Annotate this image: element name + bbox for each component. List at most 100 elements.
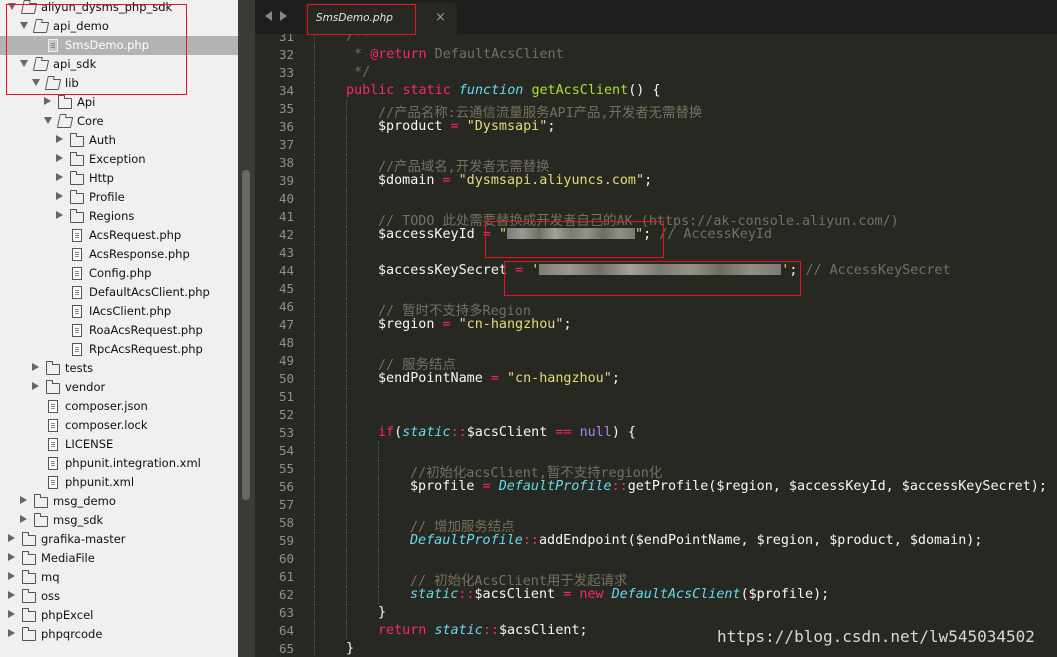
tree-folder[interactable]: phpqrcode [0,625,238,644]
indent-guide [346,262,347,280]
code-token: = [442,317,451,332]
disclosure-right-icon[interactable] [56,154,63,162]
disclosure-right-icon[interactable] [32,363,39,371]
code-token: ; [789,263,806,278]
disclosure-down-icon[interactable] [32,79,40,86]
line-number: 62 [278,587,294,602]
indent-guide [346,478,347,496]
tree-folder[interactable]: Core [0,112,238,131]
indent-guide [314,154,315,172]
tree-folder[interactable]: msg_demo [0,492,238,511]
disclosure-right-icon[interactable] [44,97,51,105]
tree-file[interactable]: IAcsClient.php [0,302,238,321]
disclosure-right-icon[interactable] [56,173,63,181]
sidebar-scroll-thumb[interactable] [242,170,250,500]
code-token: :: [522,533,539,548]
indent-guide [346,568,347,586]
tree-folder[interactable]: tests [0,359,238,378]
code-line: 40 [255,190,1057,208]
code-token: $endPointName [378,371,491,386]
disclosure-right-icon[interactable] [56,192,63,200]
close-icon[interactable]: × [435,10,446,25]
code-token: $domain [378,173,443,188]
disclosure-right-icon[interactable] [8,572,15,580]
disclosure-right-icon[interactable] [32,382,39,390]
indent-guide [346,352,347,370]
code-text: } [378,605,386,620]
indent-guide [314,352,315,370]
tree-file[interactable]: AcsRequest.php [0,226,238,245]
indent-guide [346,316,347,334]
code-token: "cn-hangzhou" [507,371,612,386]
folder-open-icon [20,3,38,14]
disclosure-down-icon[interactable] [44,117,52,124]
tree-file[interactable]: composer.json [0,397,238,416]
arrow-right-icon[interactable] [280,11,287,21]
disclosure-right-icon[interactable] [8,610,15,618]
tree-item-label: msg_sdk [53,513,104,527]
line-number: 56 [278,479,294,494]
disclosure-right-icon[interactable] [8,629,15,637]
disclosure-right-icon[interactable] [20,496,27,504]
indent-guide [346,154,347,172]
tree-file[interactable]: LICENSE [0,435,238,454]
indent-guide [346,370,347,388]
tree-file[interactable]: phpunit.integration.xml [0,454,238,473]
arrow-left-icon[interactable] [265,11,272,21]
tree-folder[interactable]: Regions [0,207,238,226]
tree-file[interactable]: RpcAcsRequest.php [0,340,238,359]
tree-folder[interactable]: msg_sdk [0,511,238,530]
tree-folder[interactable]: lib [0,74,238,93]
folder-open-icon [56,117,74,128]
disclosure-right-icon[interactable] [56,135,63,143]
code-line: 48 [255,334,1057,352]
tree-folder[interactable]: aliyun_dysms_php_sdk [0,0,238,17]
folder-icon [70,152,84,166]
tree-file[interactable]: phpunit.xml [0,473,238,492]
disclosure-right-icon[interactable] [8,553,15,561]
disclosure-down-icon[interactable] [20,60,28,67]
tree-folder[interactable]: api_sdk [0,55,238,74]
file-icon [72,324,82,337]
tree-file[interactable]: Config.php [0,264,238,283]
tree-folder[interactable]: Api [0,93,238,112]
tree-folder[interactable]: Exception [0,150,238,169]
disclosure-right-icon[interactable] [8,591,15,599]
tree-file[interactable]: SmsDemo.php [0,36,238,55]
code-editor[interactable]: 31/** 32 * @return DefaultAcsClient 33 */3… [255,34,1057,657]
tree-folder[interactable]: oss [0,587,238,606]
indent-guide [346,100,347,118]
tree-folder[interactable]: MediaFile [0,549,238,568]
tree-file[interactable]: DefaultAcsClient.php [0,283,238,302]
tree-folder[interactable]: Auth [0,131,238,150]
line-number: 36 [278,119,294,134]
code-text: $profile = DefaultProfile::getProfile($r… [410,479,1047,494]
indent-guide [314,298,315,316]
code-line: 32 * @return DefaultAcsClient [255,46,1057,64]
tree-folder[interactable]: grafika-master [0,530,238,549]
tree-file[interactable]: AcsResponse.php [0,245,238,264]
indent-guide [346,208,347,226]
code-token: /** [346,34,371,44]
disclosure-right-icon[interactable] [8,534,15,542]
disclosure-right-icon[interactable] [20,515,27,523]
line-number: 58 [278,515,294,530]
disclosure-down-icon[interactable] [20,22,28,29]
code-line: 39 $domain = "dysmsapi.aliyuncs.com"; [255,172,1057,190]
code-token: DefaultAcsClient [426,47,564,62]
tree-file[interactable]: RoaAcsRequest.php [0,321,238,340]
tree-folder[interactable]: api_demo [0,17,238,36]
disclosure-down-icon[interactable] [8,3,16,10]
tree-folder[interactable]: phpExcel [0,606,238,625]
code-token: "dysmsapi.aliyuncs.com" [458,173,645,188]
tree-folder[interactable]: Profile [0,188,238,207]
line-number: 39 [278,173,294,188]
tab-smsdemo[interactable]: SmsDemo.php × [305,3,457,34]
indent-guide [378,586,379,604]
tree-folder[interactable]: mq [0,568,238,587]
tree-folder[interactable]: Http [0,169,238,188]
file-icon [48,400,58,413]
tree-file[interactable]: composer.lock [0,416,238,435]
tree-folder[interactable]: vendor [0,378,238,397]
disclosure-right-icon[interactable] [56,211,63,219]
